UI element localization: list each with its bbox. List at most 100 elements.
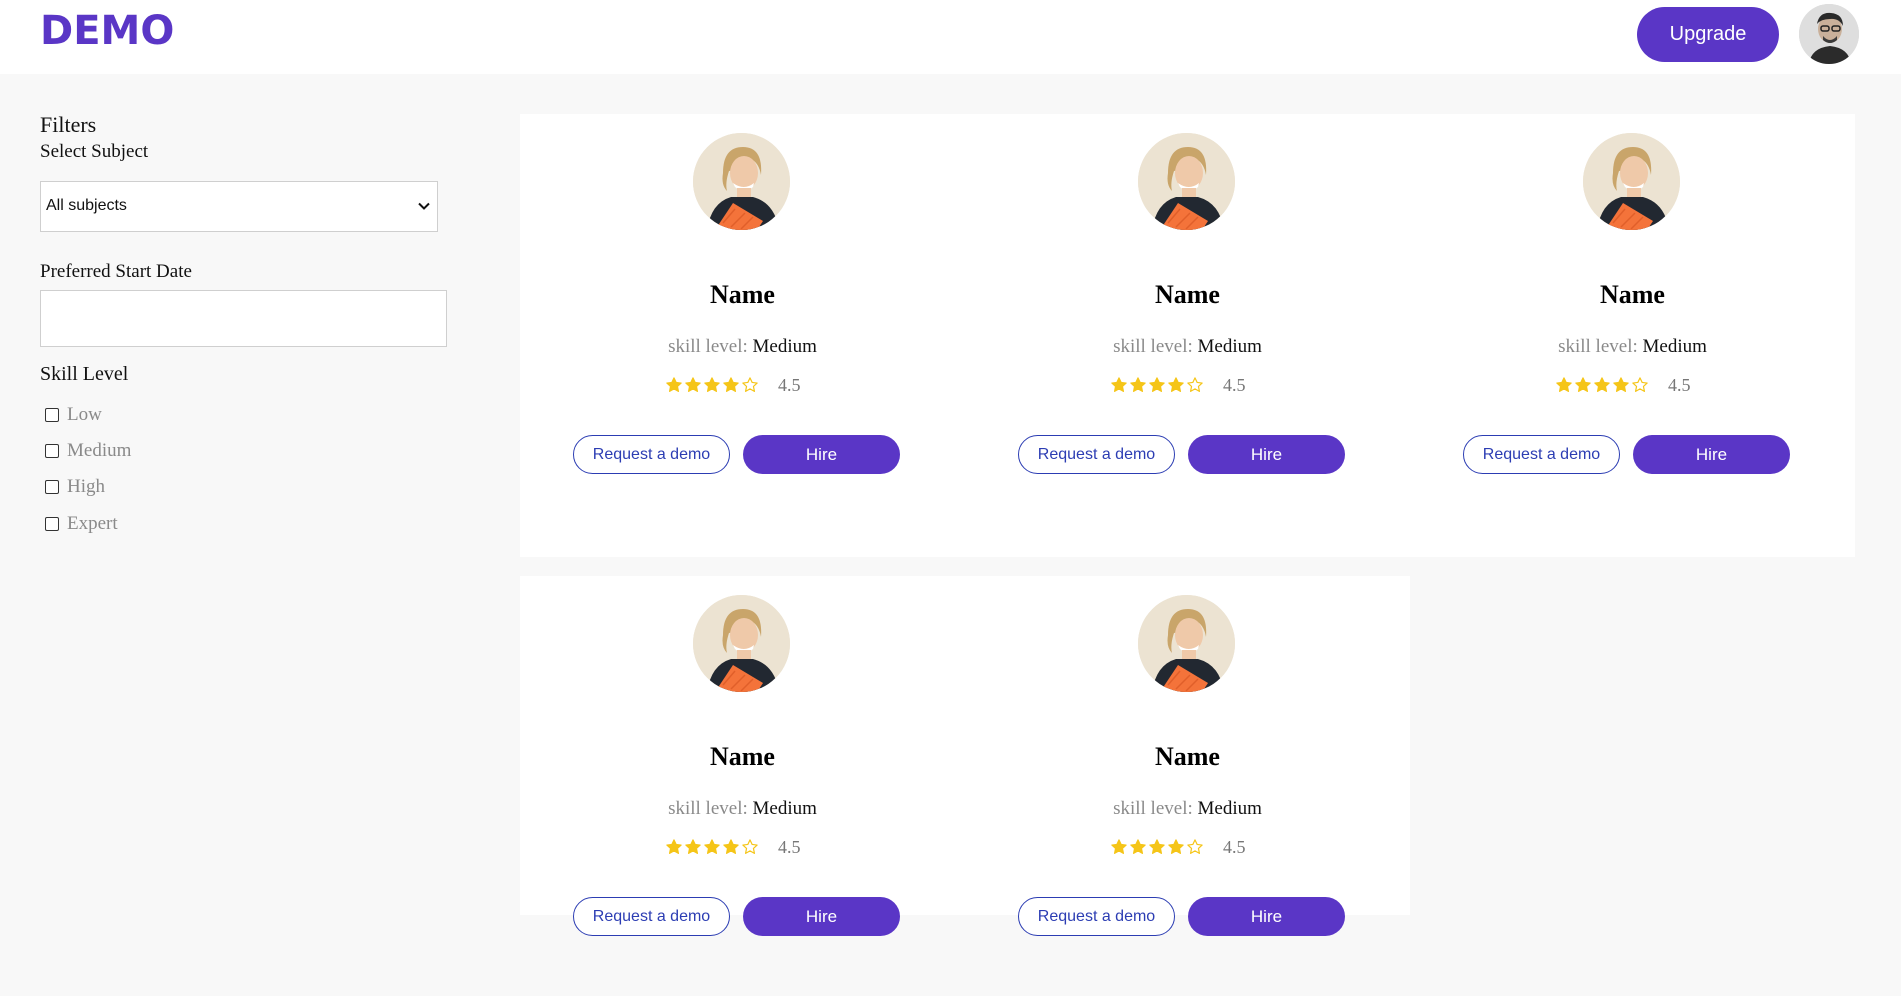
star-filled-icon xyxy=(723,377,739,392)
skill-checkbox-high[interactable] xyxy=(45,480,59,494)
rating-stars xyxy=(1555,376,1650,394)
star-outline-icon xyxy=(742,377,758,392)
tutor-skill: skill level: Medium xyxy=(520,336,965,358)
subject-select[interactable]: All subjects xyxy=(40,181,438,232)
star-filled-icon xyxy=(1168,839,1184,854)
skill-option-label: Low xyxy=(67,404,102,425)
tutor-avatar xyxy=(693,595,790,692)
logo[interactable]: DEMO xyxy=(40,8,174,54)
subject-select-value: All subjects xyxy=(46,197,127,214)
star-filled-icon xyxy=(685,377,701,392)
rating: 4.5 xyxy=(665,837,801,857)
tutor-name: Name xyxy=(710,742,775,771)
skill-level-caption: skill level: xyxy=(1558,336,1638,357)
tutor-avatar xyxy=(693,133,790,230)
star-outline-icon xyxy=(742,839,758,854)
skill-level-value: Medium xyxy=(1197,798,1262,819)
skill-level-value: Medium xyxy=(1642,336,1707,357)
star-filled-icon xyxy=(666,377,682,392)
tutor-skill: skill level: Medium xyxy=(520,798,965,820)
rating-stars xyxy=(1110,376,1205,394)
skill-checkbox-expert[interactable] xyxy=(45,517,59,531)
star-filled-icon xyxy=(1149,839,1165,854)
rating-value: 4.5 xyxy=(778,836,801,857)
skill-checkbox-low[interactable] xyxy=(45,408,59,422)
subject-label: Select Subject xyxy=(40,141,149,162)
chevron-down-icon xyxy=(418,202,430,210)
tutor-name: Name xyxy=(1155,742,1220,771)
request-demo-button[interactable]: Request a demo xyxy=(1018,435,1175,474)
start-date-input[interactable] xyxy=(40,290,447,347)
star-filled-icon xyxy=(1149,377,1165,392)
hire-button[interactable]: Hire xyxy=(1188,897,1345,936)
rating-value: 4.5 xyxy=(1668,374,1691,395)
hire-button[interactable]: Hire xyxy=(743,897,900,936)
skill-level-label: Skill Level xyxy=(40,363,129,385)
skill-level-caption: skill level: xyxy=(1113,336,1193,357)
skill-option-label: Medium xyxy=(67,440,132,461)
hire-button[interactable]: Hire xyxy=(743,435,900,474)
skill-option-label: High xyxy=(67,476,105,497)
rating-value: 4.5 xyxy=(778,374,801,395)
star-outline-icon xyxy=(1632,377,1648,392)
tutor-avatar xyxy=(1138,133,1235,230)
rating-value: 4.5 xyxy=(1223,374,1246,395)
filters-title: Filters xyxy=(40,112,97,137)
start-date-label: Preferred Start Date xyxy=(40,261,192,282)
tutor-card: Name skill level: Medium 4.5 Request a d… xyxy=(965,576,1410,996)
hire-button[interactable]: Hire xyxy=(1188,435,1345,474)
star-filled-icon xyxy=(1111,377,1127,392)
tutor-avatar xyxy=(1583,133,1680,230)
rating-value: 4.5 xyxy=(1223,836,1246,857)
rating-stars xyxy=(665,376,760,394)
skill-level-caption: skill level: xyxy=(668,798,748,819)
request-demo-button[interactable]: Request a demo xyxy=(1018,897,1175,936)
star-filled-icon xyxy=(1594,377,1610,392)
star-filled-icon xyxy=(685,839,701,854)
skill-option-label: Expert xyxy=(67,513,118,534)
star-filled-icon xyxy=(704,839,720,854)
skill-level-value: Medium xyxy=(752,798,817,819)
skill-level-value: Medium xyxy=(752,336,817,357)
skill-level-caption: skill level: xyxy=(1113,798,1193,819)
top-header: DEMO Upgrade xyxy=(0,0,1901,74)
hire-button[interactable]: Hire xyxy=(1633,435,1790,474)
star-filled-icon xyxy=(1168,377,1184,392)
tutor-card: Name skill level: Medium 4.5 Request a d… xyxy=(1410,114,1855,534)
skill-option-low[interactable]: Low xyxy=(45,404,102,426)
star-filled-icon xyxy=(704,377,720,392)
skill-option-medium[interactable]: Medium xyxy=(45,440,131,462)
tutor-card: Name skill level: Medium 4.5 Request a d… xyxy=(965,114,1410,534)
star-filled-icon xyxy=(723,839,739,854)
star-filled-icon xyxy=(1130,377,1146,392)
tutor-name: Name xyxy=(710,280,775,309)
tutor-card: Name skill level: Medium 4.5 Request a d… xyxy=(520,576,965,996)
skill-option-high[interactable]: High xyxy=(45,476,105,498)
rating-stars xyxy=(665,838,760,856)
star-outline-icon xyxy=(1187,839,1203,854)
tutor-card: Name skill level: Medium 4.5 Request a d… xyxy=(520,114,965,534)
rating: 4.5 xyxy=(1110,375,1246,395)
star-filled-icon xyxy=(666,839,682,854)
star-filled-icon xyxy=(1130,839,1146,854)
skill-option-expert[interactable]: Expert xyxy=(45,513,118,535)
skill-level-value: Medium xyxy=(1197,336,1262,357)
rating: 4.5 xyxy=(1555,375,1691,395)
rating: 4.5 xyxy=(665,375,801,395)
skill-level-caption: skill level: xyxy=(668,336,748,357)
tutor-skill: skill level: Medium xyxy=(1410,336,1855,358)
upgrade-button[interactable]: Upgrade xyxy=(1637,7,1779,62)
tutor-skill: skill level: Medium xyxy=(965,798,1410,820)
star-filled-icon xyxy=(1111,839,1127,854)
skill-checkbox-medium[interactable] xyxy=(45,444,59,458)
rating: 4.5 xyxy=(1110,837,1246,857)
star-outline-icon xyxy=(1187,377,1203,392)
rating-stars xyxy=(1110,838,1205,856)
tutor-name: Name xyxy=(1155,280,1220,309)
star-filled-icon xyxy=(1556,377,1572,392)
request-demo-button[interactable]: Request a demo xyxy=(573,435,730,474)
user-avatar[interactable] xyxy=(1799,4,1859,64)
tutor-avatar xyxy=(1138,595,1235,692)
request-demo-button[interactable]: Request a demo xyxy=(573,897,730,936)
request-demo-button[interactable]: Request a demo xyxy=(1463,435,1620,474)
